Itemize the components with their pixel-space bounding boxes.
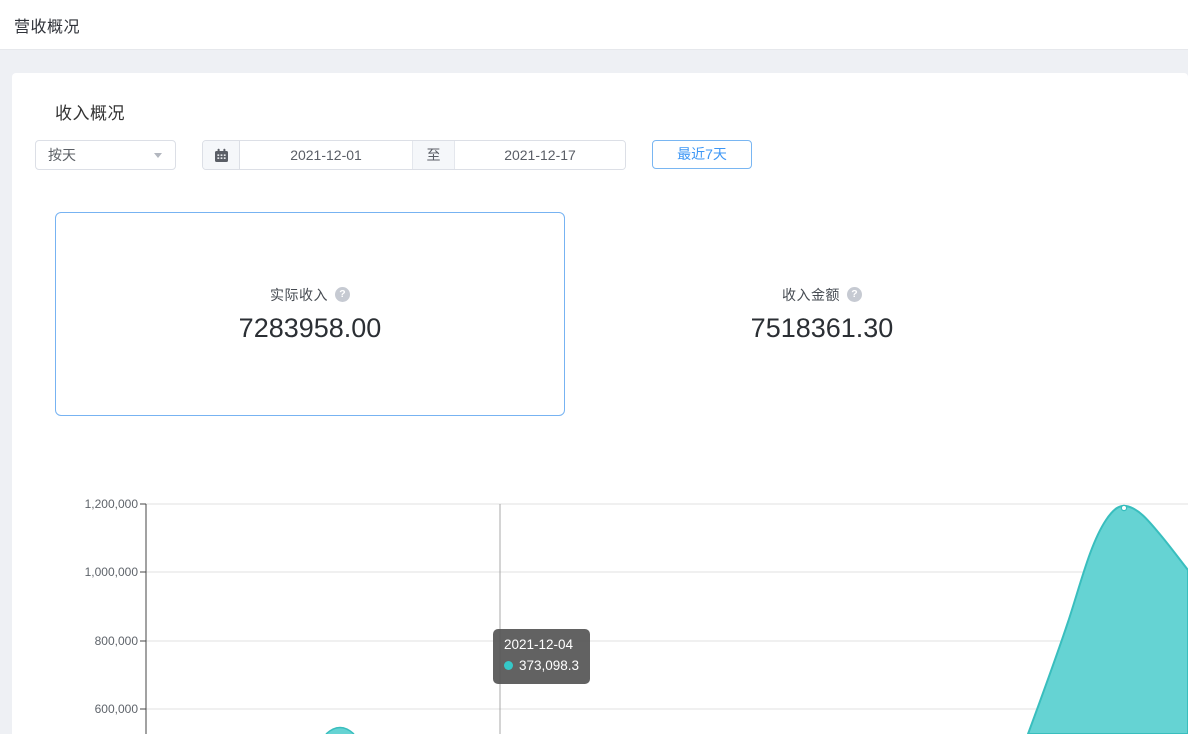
svg-text:1,000,000: 1,000,000 (85, 565, 139, 579)
start-date-input[interactable]: 2021-12-01 (240, 141, 412, 169)
page-title: 营收概况 (14, 13, 80, 37)
page-header: 营收概况 (0, 0, 1188, 50)
chevron-down-icon (154, 153, 162, 158)
svg-text:800,000: 800,000 (95, 634, 139, 648)
last-7-days-button[interactable]: 最近7天 (652, 140, 752, 169)
end-date-input[interactable]: 2021-12-17 (455, 141, 625, 169)
section-title: 收入概况 (55, 99, 125, 124)
area-series-peak (1028, 506, 1188, 734)
stat-label: 收入金额 (782, 285, 840, 305)
income-overview-panel: 收入概况 按天 2021-12-01 至 2021-12- (12, 73, 1188, 734)
svg-text:1,200,000: 1,200,000 (85, 497, 139, 511)
revenue-overview-page: 营收概况 收入概况 按天 2021-12-01 (0, 0, 1188, 734)
area-series-bump (326, 728, 354, 734)
stat-value: 7283958.00 (239, 313, 382, 344)
data-point-marker (1121, 505, 1126, 510)
stat-card-income-amount[interactable]: 收入金额 ? 7518361.30 (567, 212, 1077, 416)
chart-gridlines (146, 504, 1188, 709)
calendar-icon (203, 141, 240, 169)
svg-text:600,000: 600,000 (95, 702, 139, 716)
date-range-separator: 至 (412, 141, 455, 169)
chart-y-axis-labels: 1,200,000 1,000,000 800,000 600,000 (85, 497, 139, 716)
income-trend-chart[interactable]: 1,200,000 1,000,000 800,000 600,000 (12, 480, 1188, 734)
stat-card-actual-income[interactable]: 实际收入 ? 7283958.00 (55, 212, 565, 416)
date-range-picker[interactable]: 2021-12-01 至 2021-12-17 (202, 140, 626, 170)
stat-value: 7518361.30 (751, 313, 894, 344)
help-icon[interactable]: ? (847, 287, 862, 302)
chart-y-axis (140, 504, 146, 734)
help-icon[interactable]: ? (335, 287, 350, 302)
stat-label: 实际收入 (270, 285, 328, 305)
granularity-select-value: 按天 (48, 141, 76, 169)
granularity-select[interactable]: 按天 (35, 140, 176, 170)
